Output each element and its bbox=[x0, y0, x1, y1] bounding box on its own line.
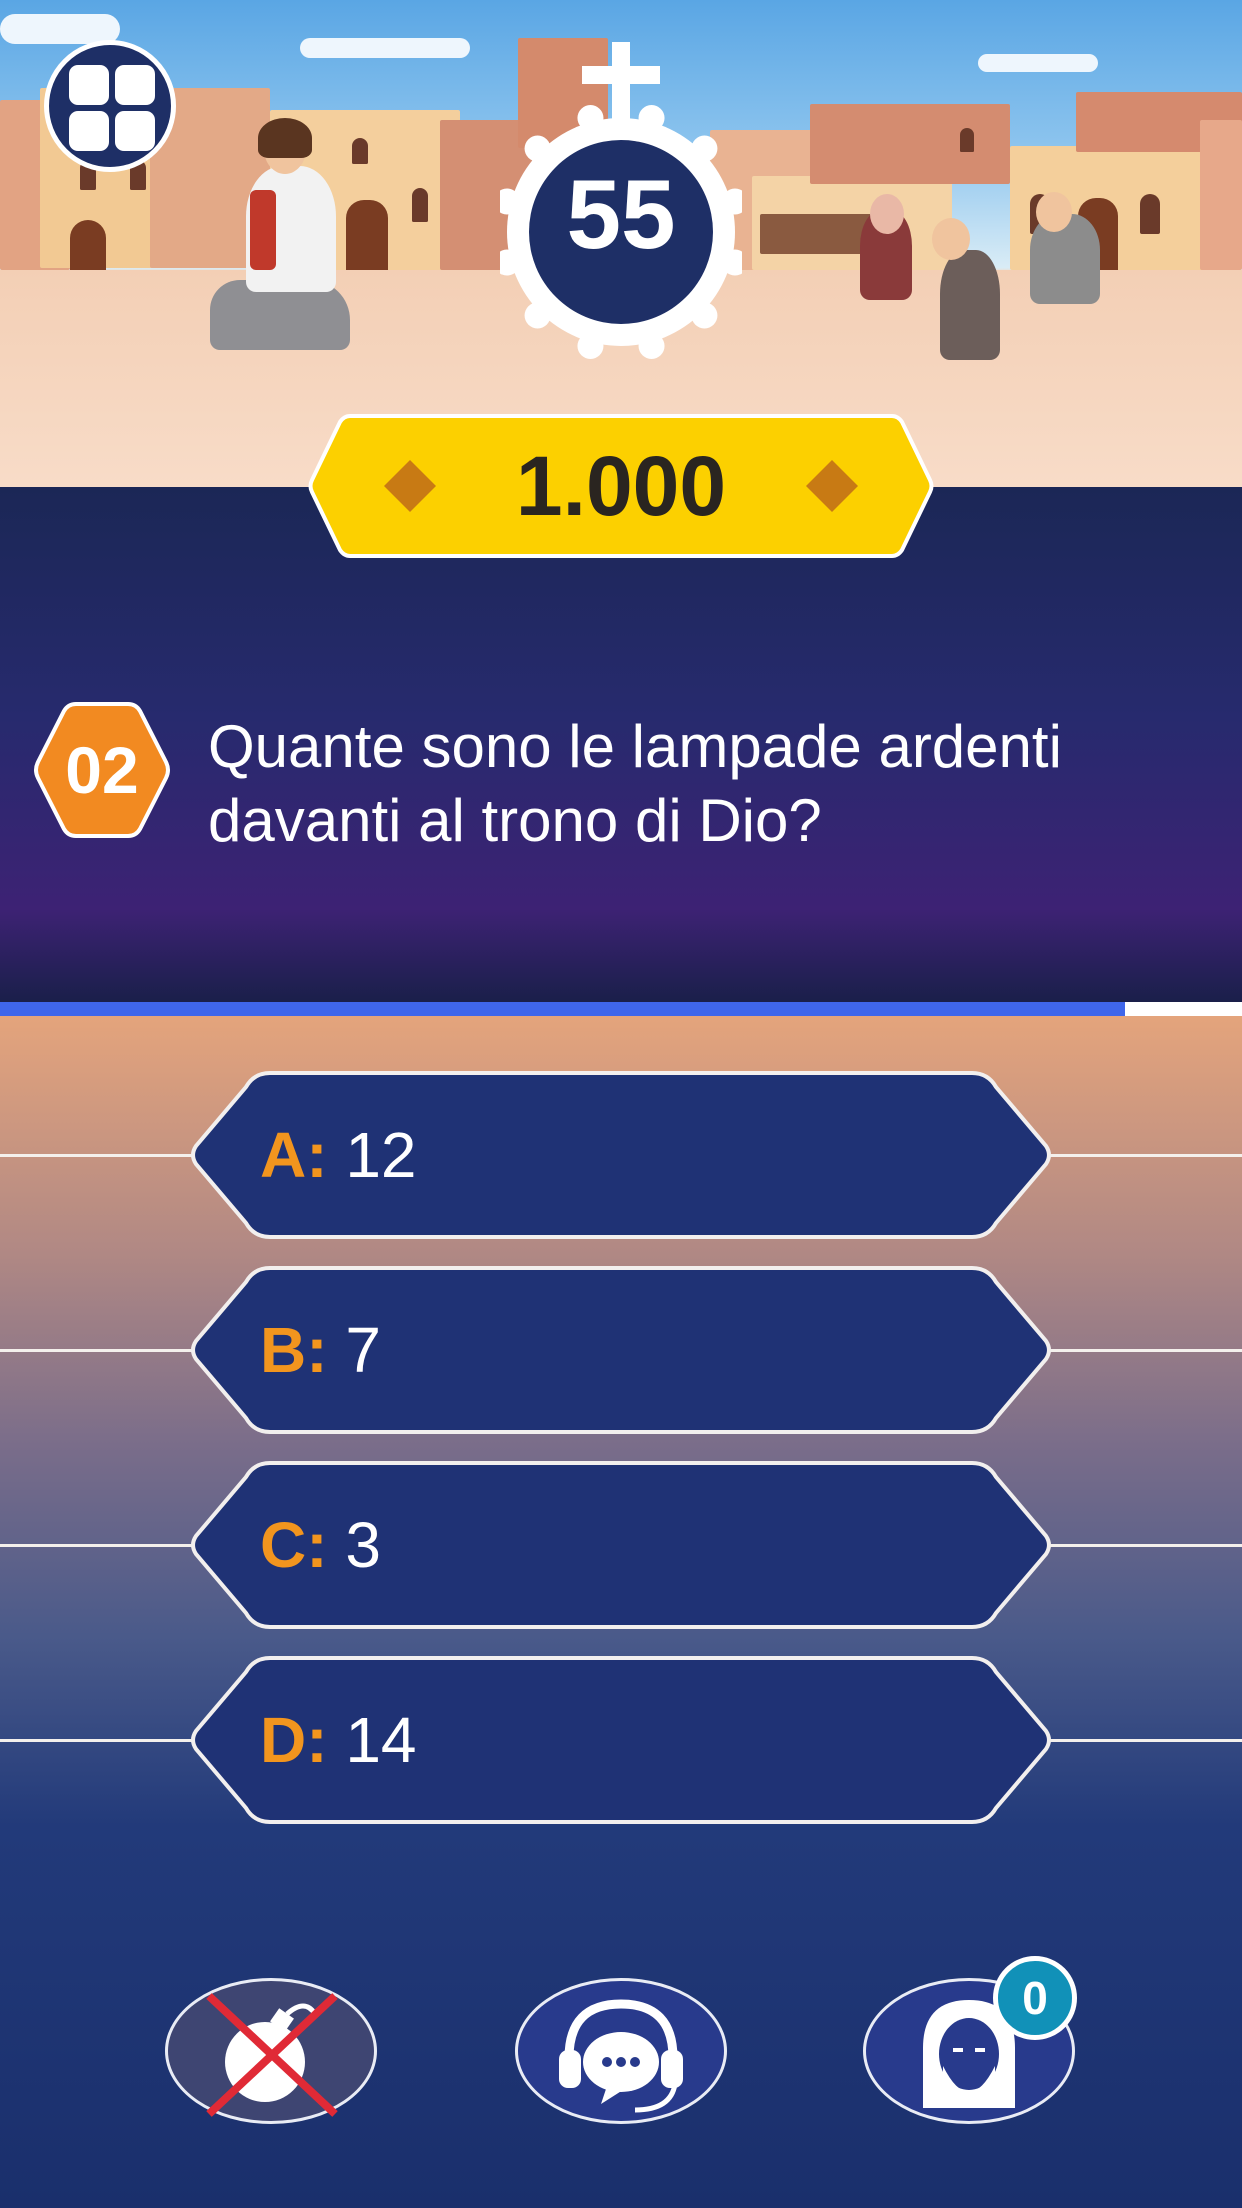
connector-line bbox=[1048, 1544, 1242, 1547]
answer-letter: D: bbox=[260, 1704, 328, 1776]
window bbox=[1140, 194, 1160, 234]
connector-line bbox=[0, 1349, 194, 1352]
building bbox=[1200, 120, 1242, 270]
answer-letter: B: bbox=[260, 1314, 328, 1386]
answer-b-button[interactable]: B: 7 bbox=[0, 1265, 1242, 1435]
prize-amount: 1.000 bbox=[515, 439, 727, 533]
head bbox=[1036, 192, 1072, 232]
window bbox=[352, 138, 368, 164]
cloud bbox=[978, 54, 1098, 72]
window bbox=[412, 188, 428, 222]
connector-line bbox=[1048, 1739, 1242, 1742]
question-number: 02 bbox=[65, 733, 139, 807]
red-sash bbox=[250, 190, 276, 270]
connector-line bbox=[1048, 1349, 1242, 1352]
door bbox=[70, 220, 106, 270]
answer-letter: A: bbox=[260, 1119, 328, 1191]
answer-text: 12 bbox=[345, 1119, 417, 1191]
head bbox=[932, 218, 970, 260]
answer-b-label: B: 7 bbox=[260, 1318, 381, 1382]
answer-text: 7 bbox=[345, 1314, 381, 1386]
answer-letter: C: bbox=[260, 1509, 328, 1581]
timer-value: 55 bbox=[566, 159, 676, 269]
answer-c-button[interactable]: C: 3 bbox=[0, 1460, 1242, 1630]
answer-text: 3 bbox=[345, 1509, 381, 1581]
answer-a-label: A: 12 bbox=[260, 1123, 417, 1187]
door bbox=[346, 200, 388, 270]
cloud bbox=[300, 38, 470, 58]
connector-line bbox=[1048, 1154, 1242, 1157]
connector-line bbox=[0, 1154, 194, 1157]
answer-c-label: C: 3 bbox=[260, 1513, 381, 1577]
lifeline-bomb-button[interactable] bbox=[165, 1978, 377, 2124]
time-progress-bar bbox=[0, 1002, 1242, 1016]
answer-text: 14 bbox=[345, 1704, 417, 1776]
progress-fill bbox=[0, 1002, 1126, 1016]
menu-button[interactable] bbox=[44, 40, 176, 172]
lifeline-count-badge: 0 bbox=[993, 1956, 1077, 2040]
answer-a-button[interactable]: A: 12 bbox=[0, 1070, 1242, 1240]
answer-d-label: D: 14 bbox=[260, 1708, 417, 1772]
lifeline-ask-help-button[interactable] bbox=[515, 1978, 727, 2124]
window bbox=[960, 128, 974, 152]
answer-d-button[interactable]: D: 14 bbox=[0, 1655, 1242, 1825]
connector-line bbox=[0, 1739, 194, 1742]
kneeling-figure bbox=[940, 250, 1000, 360]
head bbox=[870, 194, 904, 234]
question-text: Quante sono le lampade ardenti davanti a… bbox=[208, 713, 1062, 854]
hair bbox=[258, 118, 312, 158]
countdown-timer: 55 bbox=[500, 42, 742, 362]
bomb-icon bbox=[206, 1993, 338, 2117]
headset-chat-icon bbox=[559, 1999, 683, 2113]
building bbox=[810, 104, 1010, 184]
connector-line bbox=[0, 1544, 194, 1547]
